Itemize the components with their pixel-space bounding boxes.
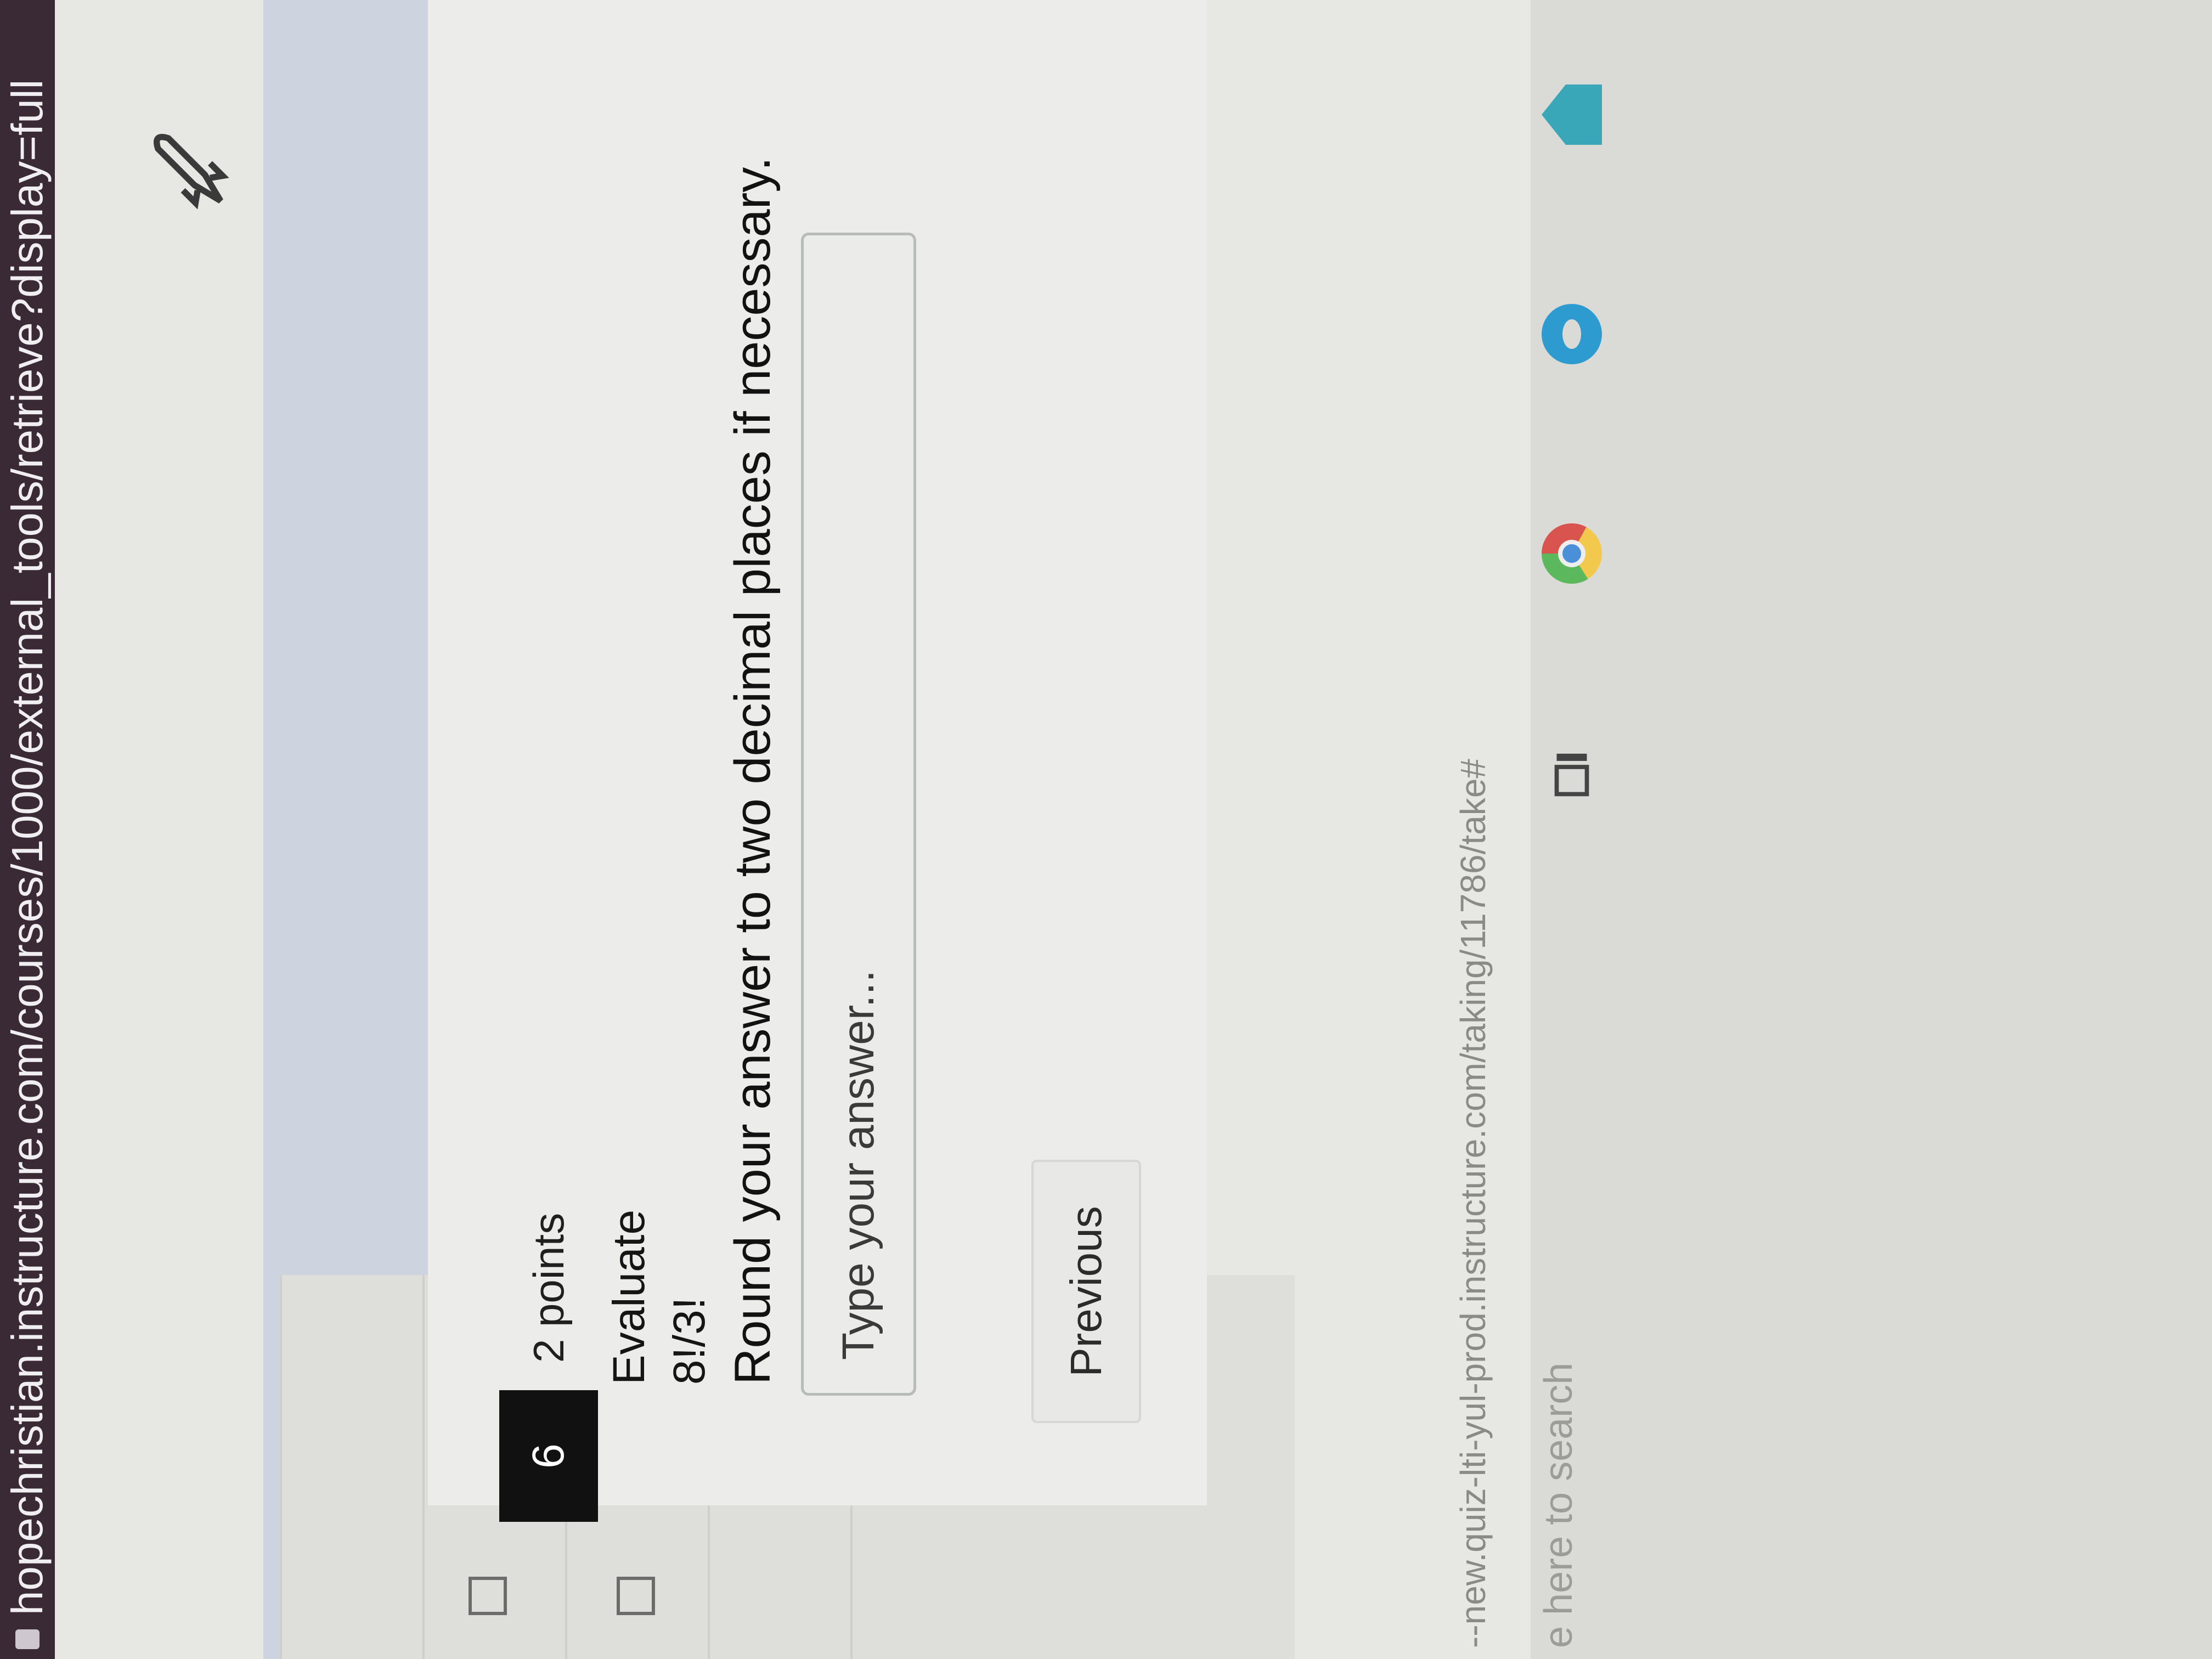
task-view-icon[interactable] (1542, 743, 1602, 803)
question-points: 2 points (524, 1212, 573, 1363)
question-prompt: Evaluate (604, 1209, 654, 1385)
status-bar-url: --new.quiz-lti-yul-prod.instructure.com/… (1453, 759, 1493, 1648)
previous-button[interactable]: Previous (1031, 1160, 1141, 1423)
edge-icon[interactable] (1542, 304, 1602, 364)
taskbar-search[interactable]: e here to search (1536, 1363, 1581, 1648)
question-number-badge: 6 (499, 1390, 598, 1522)
question-expression: 8!/3! (664, 1297, 714, 1385)
nav-glyph-icon (617, 1577, 655, 1615)
nav-glyph-icon (469, 1577, 507, 1615)
answer-input[interactable] (801, 233, 916, 1396)
lock-icon (15, 1629, 40, 1649)
quiz-page: hopechristian.instructure.com/courses/10… (0, 0, 2212, 1659)
nav-cell[interactable] (280, 1275, 422, 1659)
question-instruction: Round your answer to two decimal places … (725, 156, 781, 1385)
photo-frame: hopechristian.instructure.com/courses/10… (0, 0, 2212, 1659)
windows-taskbar (1531, 0, 2212, 1659)
address-bar[interactable]: hopechristian.instructure.com/courses/10… (0, 0, 55, 1659)
address-url: hopechristian.instructure.com/courses/10… (3, 79, 52, 1615)
chrome-icon[interactable] (1542, 523, 1602, 584)
rocket-icon[interactable] (137, 117, 241, 222)
